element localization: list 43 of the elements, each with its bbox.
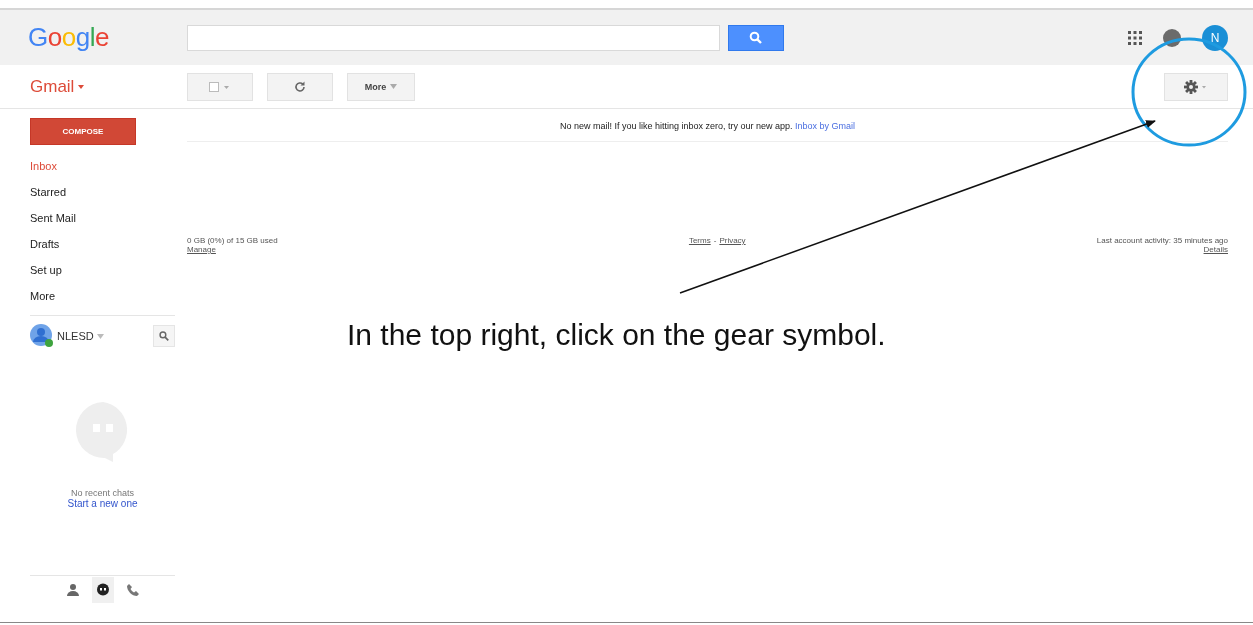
folder-link[interactable]: Sent Mail (30, 205, 76, 231)
search-icon (749, 30, 763, 45)
chat-icon (95, 583, 110, 597)
settings-button[interactable] (1164, 72, 1228, 101)
start-chat-link[interactable]: Start a new one (67, 498, 138, 509)
hangouts-tab[interactable] (91, 577, 114, 603)
inbox-app-link[interactable]: Inbox by Gmail (795, 121, 856, 131)
person-icon[interactable] (65, 583, 80, 597)
people-search-button[interactable] (153, 325, 175, 347)
terms-link[interactable]: Terms (688, 236, 711, 254)
caret-icon (96, 333, 104, 339)
account-avatar[interactable]: N (1202, 24, 1228, 51)
compose-button[interactable]: COMPOSE (30, 118, 136, 145)
folder-link[interactable]: Set up (30, 257, 62, 283)
separator-text: - (713, 236, 717, 247)
account-name[interactable]: NLESD (57, 330, 94, 342)
refresh-icon (294, 80, 306, 93)
folder-link[interactable]: Drafts (30, 231, 60, 257)
caret-icon (390, 84, 398, 89)
user-avatar-icon (30, 324, 54, 348)
apps-grid-icon[interactable] (1128, 30, 1142, 45)
settings-icon (1184, 79, 1208, 94)
more-button[interactable]: More (347, 72, 415, 101)
privacy-link[interactable]: Privacy (719, 236, 746, 254)
manage-link[interactable]: Manage (187, 245, 278, 254)
search-button[interactable] (728, 24, 784, 51)
app-menu[interactable]: Gmail (30, 76, 187, 97)
search-icon (159, 331, 169, 341)
folder-link[interactable]: Inbox (30, 153, 57, 179)
storage-text: 0 GB (0%) of 15 GB used (187, 236, 278, 245)
google-logo[interactable]: Google (28, 22, 187, 53)
caret-icon (78, 84, 85, 89)
folder-link[interactable]: More (30, 283, 56, 309)
details-link[interactable]: Details (1203, 245, 1228, 254)
empty-chat-text: No recent chats (71, 488, 134, 498)
activity-text: Last account activity: 35 minutes ago (1096, 236, 1228, 245)
instruction-caption: In the top right, click on the gear symbol. (347, 318, 886, 352)
notification-icon[interactable] (1162, 27, 1182, 48)
notice-text: No new mail! If you like hitting inbox zero, try our new app. Inbox by Gmail (187, 109, 1228, 142)
folder-link[interactable]: Starred (30, 179, 67, 205)
phone-icon[interactable] (125, 583, 140, 597)
search-field[interactable] (187, 24, 720, 51)
checkbox-caret-icon (209, 81, 231, 92)
